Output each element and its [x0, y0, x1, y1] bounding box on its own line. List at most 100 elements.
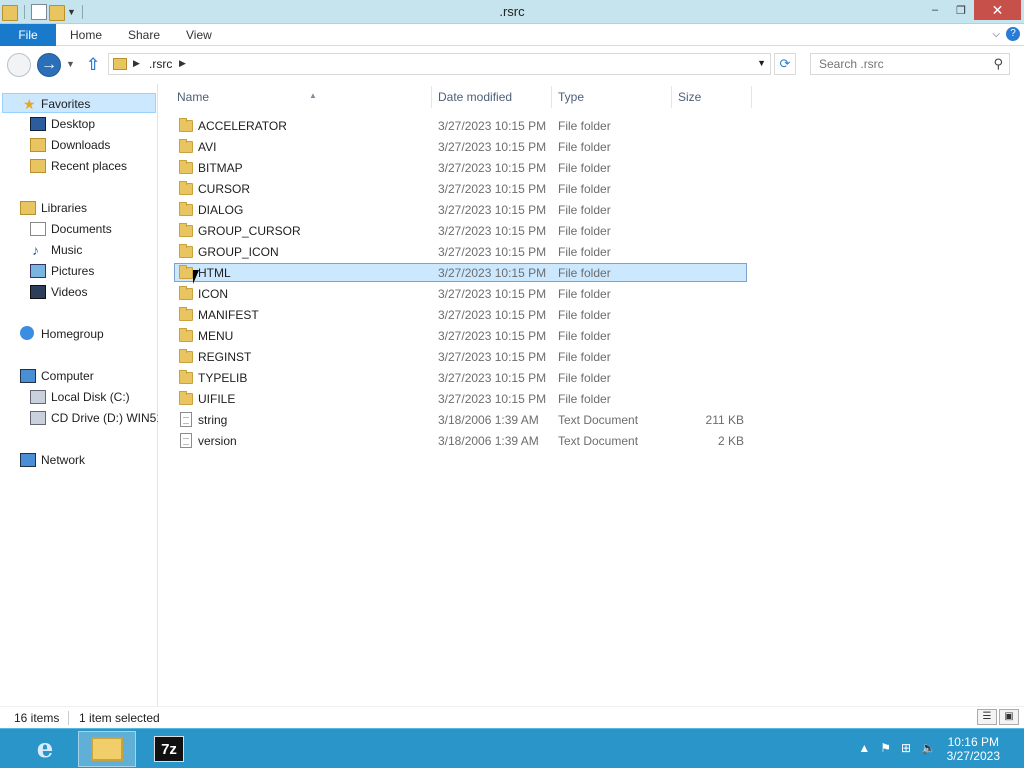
internet-explorer-button[interactable]: e — [16, 731, 74, 767]
sidebar-item-music[interactable]: ♪ Music — [30, 240, 82, 260]
up-arrow-icon[interactable]: ⇧ — [86, 55, 100, 75]
volume-muted-icon[interactable]: 🔈 — [921, 741, 936, 755]
expand-ribbon-chevron-icon[interactable]: ⌵ — [992, 29, 1000, 40]
desktop-icon — [30, 117, 46, 131]
table-row[interactable]: version 3/18/2006 1:39 AM Text Document 2 K… — [174, 431, 747, 450]
search-icon[interactable]: ⚲ — [993, 56, 1003, 72]
sidebar-item-desktop[interactable]: Desktop — [30, 114, 95, 134]
7zip-button[interactable]: 7z — [140, 731, 198, 767]
action-center-flag-icon[interactable]: ⚑ — [880, 741, 891, 755]
folder-icon — [179, 391, 193, 405]
table-row[interactable]: MENU 3/27/2023 10:15 PM File folder — [174, 326, 747, 345]
table-row[interactable]: TYPELIB 3/27/2023 10:15 PM File folder — [174, 368, 747, 387]
table-row[interactable]: GROUP_CURSOR 3/27/2023 10:15 PM File folde… — [174, 221, 747, 240]
tab-file[interactable]: File — [0, 24, 56, 46]
table-row[interactable]: ICON 3/27/2023 10:15 PM File folder — [174, 284, 747, 303]
column-header-name[interactable]: Name ▲ — [171, 86, 432, 108]
folder-icon — [179, 181, 193, 195]
breadcrumb-current[interactable]: .rsrc — [149, 57, 172, 71]
sidebar-item-label: Recent places — [51, 159, 128, 173]
file-type: Text Document — [558, 434, 639, 448]
network-tray-icon[interactable]: ⊞ — [901, 741, 911, 755]
sidebar-item-pictures[interactable]: Pictures — [30, 261, 94, 281]
file-date-modified: 3/18/2006 1:39 AM — [438, 413, 539, 427]
folder-icon — [179, 286, 193, 300]
file-date-modified: 3/27/2023 10:15 PM — [438, 392, 547, 406]
sidebar-item-homegroup[interactable]: Homegroup — [20, 324, 104, 344]
file-type: File folder — [558, 161, 611, 175]
refresh-button[interactable]: ⟳ — [774, 53, 796, 75]
sidebar-item-local-disk[interactable]: Local Disk (C:) — [30, 387, 130, 407]
table-row[interactable]: ACCELERATOR 3/27/2023 10:15 PM File folder — [174, 116, 747, 135]
sidebar-item-network[interactable]: Network — [20, 450, 85, 470]
sidebar-item-label: Videos — [51, 285, 88, 299]
sidebar-item-videos[interactable]: Videos — [30, 282, 87, 302]
address-bar[interactable]: ▶ .rsrc ▶ ▼ — [108, 53, 771, 75]
selection-count: 1 item selected — [79, 711, 160, 725]
file-name: MENU — [198, 329, 234, 343]
close-button[interactable]: ✕ — [974, 0, 1021, 20]
details-view-button[interactable]: ☰ — [977, 709, 997, 725]
tab-share[interactable]: Share — [128, 24, 160, 46]
table-row[interactable]: AVI 3/27/2023 10:15 PM File folder — [174, 137, 747, 156]
show-hidden-icons-chevron-icon[interactable]: ▲ — [858, 741, 870, 755]
minimize-button[interactable]: ‒ — [922, 0, 948, 20]
file-explorer-icon — [91, 737, 123, 761]
search-box[interactable]: ⚲ — [810, 53, 1010, 75]
search-input[interactable] — [811, 54, 981, 74]
maximize-button[interactable]: ❐ — [948, 0, 974, 20]
table-row[interactable]: CURSOR 3/27/2023 10:15 PM File folder — [174, 179, 747, 198]
column-header-date[interactable]: Date modified — [432, 86, 552, 108]
large-icons-view-button[interactable]: ▣ — [999, 709, 1019, 725]
window-title: .rsrc — [499, 4, 525, 19]
music-icon: ♪ — [32, 242, 39, 258]
table-row[interactable]: HTML 3/27/2023 10:15 PM File folder — [174, 263, 747, 282]
file-type: File folder — [558, 329, 611, 343]
table-row[interactable]: BITMAP 3/27/2023 10:15 PM File folder — [174, 158, 747, 177]
file-type: File folder — [558, 182, 611, 196]
table-row[interactable]: string 3/18/2006 1:39 AM Text Document 211 … — [174, 410, 747, 429]
file-date-modified: 3/27/2023 10:15 PM — [438, 140, 547, 154]
file-explorer-button[interactable] — [78, 731, 136, 767]
folder-icon — [179, 160, 193, 174]
sidebar-item-downloads[interactable]: Downloads — [30, 135, 110, 155]
sidebar-item-documents[interactable]: Documents — [30, 219, 112, 239]
documents-icon — [30, 222, 46, 236]
tab-view[interactable]: View — [186, 24, 212, 46]
file-size: 2 KB — [717, 434, 744, 448]
help-icon[interactable]: ? — [1006, 27, 1020, 41]
folder-icon — [179, 328, 193, 342]
address-history-chevron-icon[interactable]: ▼ — [757, 58, 766, 68]
homegroup-icon — [20, 326, 34, 340]
sidebar-item-computer[interactable]: Computer — [20, 366, 94, 386]
column-header-type[interactable]: Type — [552, 86, 672, 108]
recent-locations-chevron-icon[interactable]: ▼ — [66, 59, 75, 69]
forward-button[interactable]: → — [37, 53, 61, 77]
sidebar-item-cd-drive[interactable]: CD Drive (D:) WIN51 — [30, 408, 158, 428]
file-date-modified: 3/27/2023 10:15 PM — [438, 266, 547, 280]
ribbon-tabs: File Home Share View ⌵ ? — [0, 24, 1024, 46]
folder-icon — [179, 244, 193, 258]
file-name: CURSOR — [198, 182, 251, 196]
breadcrumb-arrow-icon[interactable]: ▶ — [133, 58, 140, 69]
table-row[interactable]: MANIFEST 3/27/2023 10:15 PM File folder — [174, 305, 747, 324]
table-row[interactable]: UIFILE 3/27/2023 10:15 PM File folder — [174, 389, 747, 408]
sidebar-item-favorites[interactable]: ★ Favorites — [2, 93, 156, 113]
breadcrumb-arrow-icon[interactable]: ▶ — [179, 58, 186, 69]
tab-home[interactable]: Home — [70, 24, 102, 46]
folder-icon — [179, 265, 193, 279]
sidebar-item-recent-places[interactable]: Recent places — [30, 156, 127, 176]
title-bar: ▼ .rsrc ‒ ❐ ✕ — [0, 0, 1024, 24]
sidebar-item-label: Desktop — [51, 117, 96, 131]
file-name: GROUP_CURSOR — [198, 224, 301, 238]
folder-icon — [179, 307, 193, 321]
file-type: File folder — [558, 203, 611, 217]
back-button[interactable] — [7, 53, 31, 77]
table-row[interactable]: REGINST 3/27/2023 10:15 PM File folder — [174, 347, 747, 366]
column-header-size[interactable]: Size — [672, 86, 752, 108]
sidebar-item-libraries[interactable]: Libraries — [20, 198, 87, 218]
table-row[interactable]: DIALOG 3/27/2023 10:15 PM File folder — [174, 200, 747, 219]
clock[interactable]: 10:16 PM 3/27/2023 — [947, 735, 1000, 763]
network-icon — [20, 453, 36, 467]
table-row[interactable]: GROUP_ICON 3/27/2023 10:15 PM File folder — [174, 242, 747, 261]
